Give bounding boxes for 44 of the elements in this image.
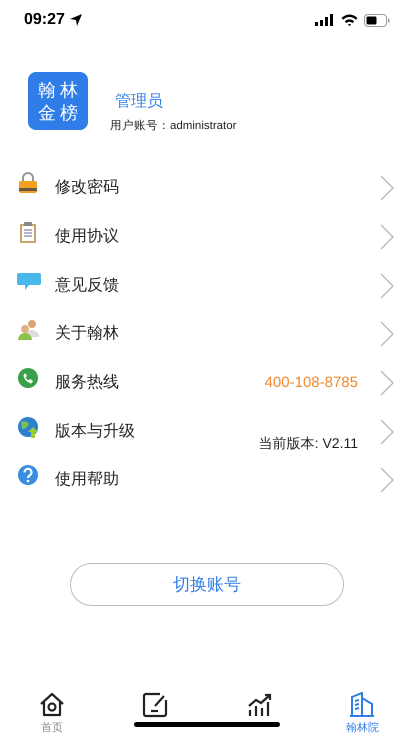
- tab-label: 翰林院: [346, 721, 379, 735]
- logo-character: 翰: [38, 80, 56, 100]
- menu-label: 意见反馈: [55, 276, 119, 296]
- edit-square-icon: [142, 692, 168, 718]
- chevron-right-icon: [380, 370, 394, 396]
- signal-icon: [315, 14, 335, 26]
- status-time: 09:27: [24, 11, 65, 29]
- menu-label: 使用帮助: [55, 470, 119, 490]
- menu-item[interactable]: 服务热线 400-108-8785: [0, 358, 414, 408]
- chevron-right-icon: [380, 272, 394, 299]
- tab[interactable]: 翰林院: [346, 686, 379, 736]
- globe-icon: [17, 416, 41, 440]
- version-label: 当前版本: V2.11: [258, 434, 358, 453]
- logo-character: 林: [60, 80, 78, 100]
- home-icon: [38, 692, 65, 718]
- menu-label: 服务热线: [55, 373, 119, 394]
- logo-character: 金: [38, 102, 56, 122]
- menu-label: 关于翰林: [55, 324, 119, 344]
- menu-label: 使用协议: [55, 227, 119, 248]
- battery-icon: [364, 14, 390, 26]
- account-label: 用户账号：administrator: [110, 118, 236, 133]
- menu-label: 修改密码: [55, 178, 119, 198]
- user-name: 管理员: [115, 92, 164, 112]
- tab-label: 首页: [40, 721, 63, 735]
- menu-label: 版本与升级: [55, 422, 135, 442]
- menu-item[interactable]: 使用协议: [0, 212, 414, 262]
- menu-item[interactable]: 修改密码: [0, 164, 414, 213]
- chevron-right-icon: [380, 418, 394, 445]
- wifi-icon: [341, 14, 358, 26]
- building-icon: [349, 692, 376, 718]
- chart-trend-icon: [246, 692, 272, 718]
- tab[interactable]: 首页: [38, 686, 65, 736]
- menu-item[interactable]: 关于翰林: [0, 310, 414, 359]
- switch-account-button[interactable]: 切换账号: [70, 562, 344, 606]
- location-arrow-icon: [68, 13, 83, 27]
- menu-item[interactable]: 意见反馈: [0, 261, 414, 310]
- menu-item[interactable]: 使用帮助: [0, 456, 414, 505]
- chevron-right-icon: [380, 224, 394, 250]
- menu-item[interactable]: 版本与升级 当前版本: V2.11: [0, 407, 414, 456]
- chevron-right-icon: [380, 175, 394, 202]
- logo-character: 榜: [60, 102, 78, 122]
- people-icon: [17, 318, 41, 342]
- chevron-right-icon: [380, 467, 394, 494]
- chevron-right-icon: [380, 321, 394, 348]
